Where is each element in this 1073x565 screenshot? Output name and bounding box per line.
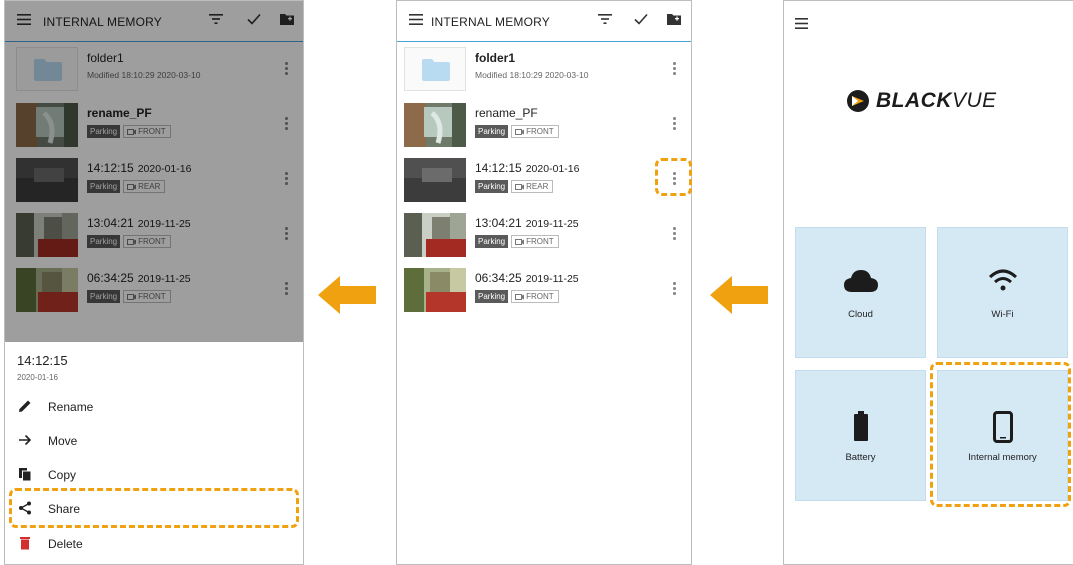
arrow-left-icon (710, 276, 768, 314)
camera-icon (515, 238, 525, 245)
parking-tag: Parking (475, 180, 509, 193)
video-thumbnail (404, 103, 466, 147)
sheet-title: 14:12:15 (17, 353, 68, 368)
battery-icon (853, 411, 868, 441)
rename-menu-item[interactable]: Rename (5, 392, 303, 422)
tile-label: Battery (845, 452, 876, 463)
pencil-icon (19, 400, 31, 412)
arrow-right-icon (19, 434, 32, 446)
check-icon[interactable] (634, 13, 648, 25)
app-bar: INTERNAL MEMORY (397, 1, 691, 42)
list-item[interactable]: 14:12:15 2020-01-16 Parking REAR (397, 152, 691, 207)
list-item[interactable]: rename_PF Parking FRONT (397, 97, 691, 152)
more-options-icon[interactable] (673, 282, 676, 297)
filter-icon[interactable] (598, 13, 612, 25)
cloud-icon (843, 270, 878, 292)
wifi-icon (988, 269, 1017, 291)
wifi-tile[interactable]: Wi-Fi (937, 227, 1068, 358)
blackvue-logo: BLACKVUE (846, 89, 997, 113)
video-thumbnail (404, 268, 466, 312)
more-options-icon[interactable] (673, 62, 676, 77)
copy-icon (19, 468, 32, 481)
blackvue-logo-icon (847, 90, 869, 112)
camera-tag: REAR (511, 180, 554, 193)
hamburger-menu-icon[interactable] (409, 14, 423, 25)
copy-menu-item[interactable]: Copy (5, 460, 303, 490)
tile-label: Wi-Fi (991, 309, 1014, 320)
internal-memory-highlight (930, 362, 1071, 507)
share-highlight (9, 488, 299, 528)
brand-vue: VUE (952, 89, 997, 112)
cloud-tile[interactable]: Cloud (795, 227, 926, 358)
delete-menu-item[interactable]: Delete (5, 529, 303, 559)
more-options-icon[interactable] (673, 117, 676, 132)
file-list-screen-with-menu: INTERNAL MEMORY folder1 Modified 18:10:2… (4, 0, 304, 565)
page-title: INTERNAL MEMORY (431, 15, 551, 29)
battery-tile[interactable]: Battery (795, 370, 926, 501)
camera-tag: FRONT (511, 290, 559, 303)
parking-tag: Parking (475, 125, 509, 138)
camera-icon (515, 293, 525, 300)
folder-icon (422, 59, 450, 81)
camera-icon (515, 183, 525, 190)
file-list-screen: INTERNAL MEMORY folder1 Modified 18:10:2… (396, 0, 692, 565)
bottom-sheet: 14:12:15 2020-01-16 Rename Move Copy Sha… (5, 342, 303, 564)
parking-tag: Parking (475, 235, 509, 248)
camera-tag: FRONT (511, 235, 559, 248)
list-item[interactable]: 06:34:25 2019-11-25 Parking FRONT (397, 262, 691, 317)
list-item[interactable]: 13:04:21 2019-11-25 Parking FRONT (397, 207, 691, 262)
parking-tag: Parking (475, 290, 509, 303)
camera-tag: FRONT (511, 125, 559, 138)
file-name: 13:04:21 2019-11-25 (475, 216, 579, 230)
camera-icon (515, 128, 525, 135)
video-thumbnail (404, 213, 466, 257)
scrim-overlay[interactable] (5, 1, 303, 342)
tile-label: Cloud (848, 309, 873, 320)
file-name: 14:12:15 2020-01-16 (475, 161, 580, 175)
file-name: rename_PF (475, 106, 538, 120)
video-thumbnail (404, 158, 466, 202)
brand-black: BLACK (876, 89, 952, 112)
folder-thumbnail (404, 47, 466, 91)
file-name: folder1 (475, 51, 516, 65)
more-options-highlight (655, 158, 692, 196)
more-options-icon[interactable] (673, 227, 676, 242)
file-name: 06:34:25 2019-11-25 (475, 271, 579, 285)
new-folder-icon[interactable] (667, 13, 681, 25)
arrow-left-icon (318, 276, 376, 314)
list-item[interactable]: folder1 Modified 18:10:29 2020-03-10 (397, 42, 691, 97)
move-menu-item[interactable]: Move (5, 426, 303, 456)
file-modified: Modified 18:10:29 2020-03-10 (475, 70, 589, 80)
hamburger-menu-icon[interactable] (795, 18, 808, 29)
sheet-date: 2020-01-16 (17, 373, 58, 382)
trash-icon (20, 537, 30, 550)
